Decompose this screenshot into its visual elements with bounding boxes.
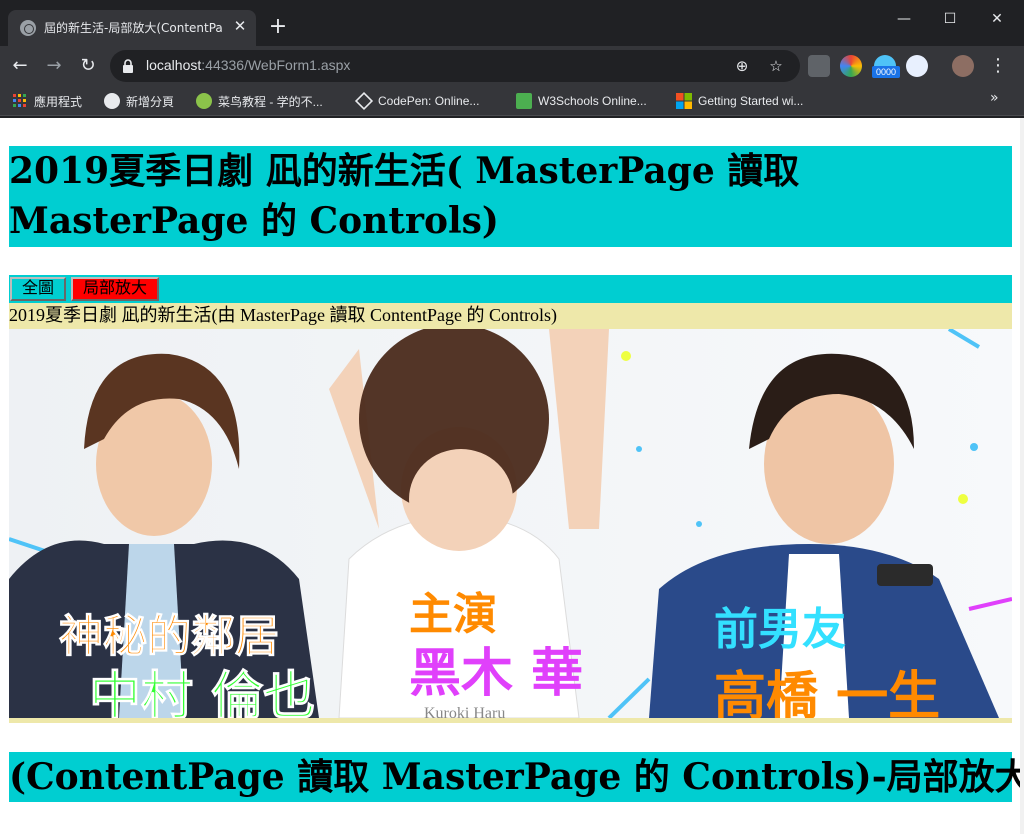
full-image-button[interactable]: 全圖 (10, 277, 66, 301)
poster-bottom-border (9, 718, 1012, 723)
extension-badge: 0000 (872, 66, 900, 78)
right-role-text: 前男友 (714, 604, 846, 655)
line-extension-icon[interactable] (808, 55, 830, 77)
page-content: 2019夏季日劇 凪的新生活( MasterPage 讀取 MasterPage… (0, 118, 1024, 834)
close-window-icon[interactable]: ✕ (983, 8, 1011, 30)
address-bar[interactable]: localhost:44336/WebForm1.aspx ⊕ ☆ (110, 50, 800, 82)
tab-close-icon[interactable]: ✕ (232, 18, 248, 34)
zoom-in-button[interactable]: 局部放大 (71, 277, 159, 301)
bookmarks-bar: 應用程式 新增分頁 菜鸟教程 - 学的不... CodePen: Online.… (0, 86, 1024, 116)
apps-grid-icon (13, 94, 26, 107)
bookmark-label: 應用程式 (34, 94, 83, 109)
minimize-icon[interactable]: — (890, 8, 918, 30)
zoom-icon[interactable]: ⊕ (732, 56, 752, 76)
microsoft-icon (676, 93, 692, 109)
url-path: :44336/WebForm1.aspx (201, 57, 351, 73)
bookmark-label: W3Schools Online... (538, 94, 647, 108)
bookmark-label: CodePen: Online... (378, 94, 480, 108)
maximize-icon[interactable]: ☐ (936, 8, 964, 30)
w3schools-icon (516, 93, 532, 109)
content-page-title: (ContentPage 讀取 MasterPage 的 Controls)-局… (9, 752, 1024, 802)
center-roman-text: Kuroki Haru (424, 705, 505, 718)
reload-icon[interactable]: ↻ (76, 54, 100, 78)
center-role-text: 主演 (409, 589, 497, 640)
master-page-title: 2019夏季日劇 凪的新生活( MasterPage 讀取 MasterPage… (9, 146, 1012, 247)
lock-icon (123, 59, 133, 73)
button-bar: 全圖 局部放大 (9, 275, 1012, 303)
bookmark-label: 菜鸟教程 - 学的不... (218, 94, 323, 109)
tab-strip: 屆的新生活-局部放大(ContentPa ✕ + — ☐ ✕ (0, 0, 1024, 46)
browser-tab[interactable]: 屆的新生活-局部放大(ContentPa ✕ (8, 10, 256, 46)
browser-chrome: 屆的新生活-局部放大(ContentPa ✕ + — ☐ ✕ ← → ↻ loc… (0, 0, 1024, 118)
bookmark-label: 新增分頁 (126, 94, 175, 109)
bookmark-star-icon[interactable]: ☆ (766, 56, 786, 76)
new-tab-button[interactable]: + (266, 16, 290, 40)
poster-illustration: 神秘的鄰居 中村 倫也 主演 黑木 華 Kuroki Haru 前男友 高橋 一… (9, 329, 1012, 718)
tab-title: 屆的新生活-局部放大(ContentPa (44, 21, 223, 35)
scrollbar[interactable] (1020, 118, 1024, 834)
url-text: localhost:44336/WebForm1.aspx (146, 57, 350, 73)
bookmark-codepen[interactable]: CodePen: Online... (354, 91, 480, 111)
bookmark-getting-started[interactable]: Getting Started wi... (676, 92, 803, 110)
globe-icon (104, 93, 120, 109)
color-picker-extension-icon[interactable] (840, 55, 862, 77)
forward-icon[interactable]: → (42, 54, 66, 78)
runoob-icon (196, 93, 212, 109)
image-caption: 2019夏季日劇 凪的新生活(由 MasterPage 讀取 ContentPa… (9, 303, 1012, 329)
center-name-text: 黑木 華 (409, 644, 583, 704)
avatar[interactable] (952, 55, 974, 77)
left-role-text: 神秘的鄰居 (59, 611, 279, 662)
bookmark-label: Getting Started wi... (698, 94, 804, 108)
back-icon[interactable]: ← (8, 54, 32, 78)
bookmark-new-tab[interactable]: 新增分頁 (104, 92, 174, 110)
bookmark-w3schools[interactable]: W3Schools Online... (516, 92, 647, 110)
more-bookmarks-icon[interactable]: » (990, 90, 999, 106)
edge-extension-icon[interactable] (906, 55, 928, 77)
menu-icon[interactable]: ⋮ (986, 54, 1010, 78)
left-name-text: 中村 倫也 (89, 667, 315, 718)
bookmark-apps[interactable]: 應用程式 (12, 92, 82, 110)
codepen-icon (354, 91, 374, 111)
bookmark-runoob[interactable]: 菜鸟教程 - 学的不... (196, 92, 323, 110)
url-host: localhost (146, 57, 202, 73)
drama-poster-image: 神秘的鄰居 中村 倫也 主演 黑木 華 Kuroki Haru 前男友 高橋 一… (9, 329, 1012, 718)
browser-toolbar: ← → ↻ localhost:44336/WebForm1.aspx ⊕ ☆ … (0, 46, 1024, 86)
right-name-text: 高橋 一生 (714, 667, 940, 718)
globe-icon (20, 20, 36, 36)
